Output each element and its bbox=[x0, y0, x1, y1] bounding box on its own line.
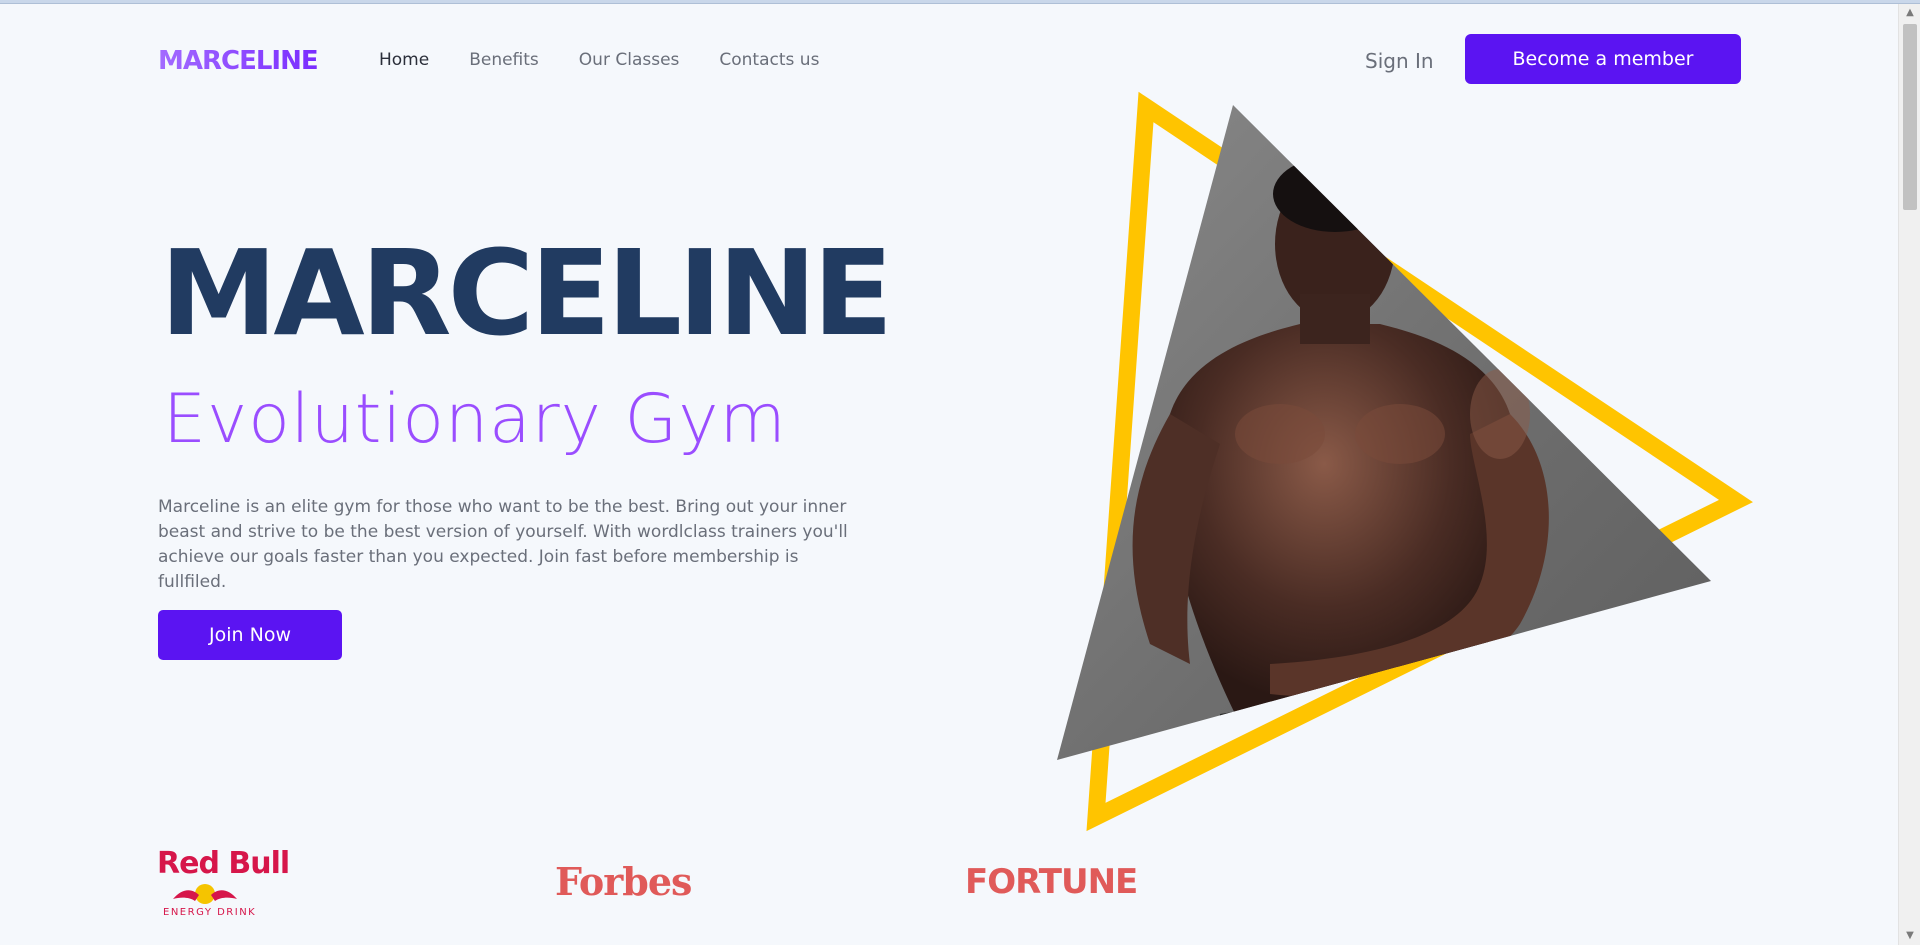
nav-benefits[interactable]: Benefits bbox=[469, 50, 539, 70]
scrollbar-thumb[interactable] bbox=[1903, 24, 1917, 210]
forbes-logo: Forbes bbox=[555, 859, 692, 904]
hero-description: Marceline is an elite gym for those who … bbox=[158, 497, 848, 592]
become-member-button[interactable]: Become a member bbox=[1465, 34, 1741, 84]
hero-artwork bbox=[1057, 91, 1753, 832]
triangle-up-icon[interactable]: ▲ bbox=[1899, 4, 1920, 22]
nav-home[interactable]: Home bbox=[379, 50, 429, 70]
join-now-button[interactable]: Join Now bbox=[158, 610, 342, 660]
vertical-scrollbar[interactable]: ▲ ▼ bbox=[1898, 4, 1920, 945]
redbull-logo: Red Bull ENERGY DRINK bbox=[157, 846, 290, 918]
hero-title: MARCELINE bbox=[160, 224, 893, 362]
main-nav: Home Benefits Our Classes Contacts us bbox=[379, 50, 819, 70]
page: MARCELINE Home Benefits Our Classes Cont… bbox=[0, 4, 1898, 945]
nav-contacts[interactable]: Contacts us bbox=[719, 50, 819, 70]
nav-our-classes[interactable]: Our Classes bbox=[579, 50, 680, 70]
redbull-bulls-icon bbox=[173, 884, 237, 904]
brand-logo[interactable]: MARCELINE bbox=[158, 46, 319, 76]
fortune-logo: FORTUNE bbox=[965, 862, 1138, 902]
redbull-wordmark: Red Bull bbox=[157, 846, 290, 881]
hero-subtitle: Evolutionary Gym bbox=[163, 380, 787, 459]
redbull-subtitle: ENERGY DRINK bbox=[163, 907, 257, 918]
sign-in-link[interactable]: Sign In bbox=[1365, 49, 1434, 73]
triangle-down-icon[interactable]: ▼ bbox=[1899, 927, 1920, 945]
